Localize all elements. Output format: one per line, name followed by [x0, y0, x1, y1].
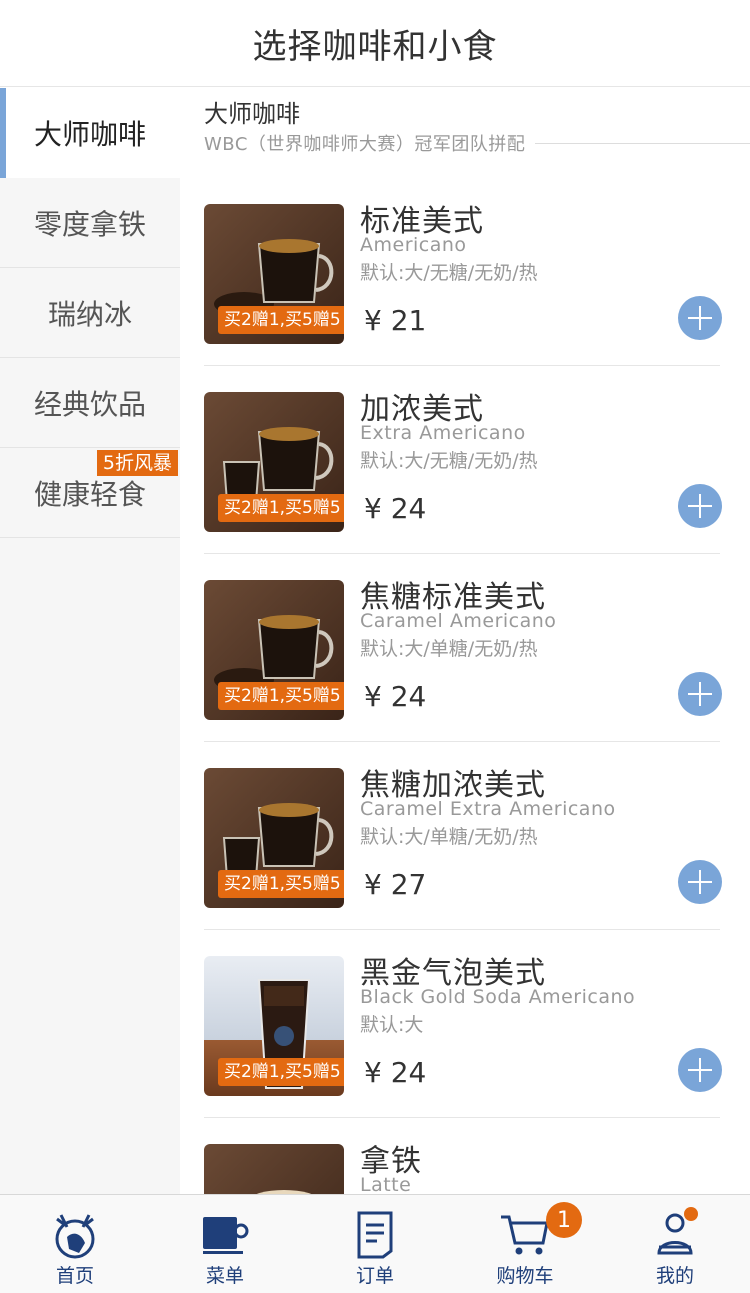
promo-tag: 买2赠1,买5赠5	[218, 306, 344, 334]
sidebar-item-healthy-food[interactable]: 5折风暴 健康轻食	[0, 448, 180, 538]
section-header: 大师咖啡 WBC（世界咖啡师大赛）冠军团队拼配	[204, 98, 750, 156]
add-to-cart-button[interactable]	[678, 296, 722, 340]
tab-home[interactable]: 首页	[0, 1195, 150, 1293]
product-item[interactable]: 买2赠1,买5赠5 焦糖加浓美式 Caramel Extra Americano…	[204, 742, 722, 930]
sidebar-item-label: 健康轻食	[33, 477, 146, 511]
product-price: ¥ 21	[364, 304, 427, 337]
promo-tag: 买2赠1,买5赠5	[218, 870, 344, 898]
product-item[interactable]: 买2赠1,买5赠5 标准美式 Americano 默认:大/无糖/无奶/热 ¥ …	[204, 178, 722, 366]
promo-tag: 买2赠1,买5赠5	[218, 682, 344, 710]
product-item[interactable]: 买2赠1,买5赠5 焦糖标准美式 Caramel Americano 默认:大/…	[204, 554, 722, 742]
add-to-cart-button[interactable]	[678, 672, 722, 716]
cart-icon	[501, 1215, 549, 1255]
sidebar-item-label: 瑞纳冰	[47, 297, 132, 331]
cup-icon	[203, 1217, 249, 1254]
tab-profile[interactable]: 我的	[600, 1195, 750, 1293]
tab-label: 购物车	[496, 1265, 554, 1287]
product-image: 买2赠1,买5赠5	[204, 956, 344, 1096]
tab-orders[interactable]: 订单	[300, 1195, 450, 1293]
product-image: 买2赠1,买5赠5	[204, 768, 344, 908]
product-default-options: 默认:大	[360, 1014, 424, 1036]
product-price: ¥ 24	[364, 1056, 427, 1089]
tab-label: 首页	[55, 1265, 94, 1287]
sidebar-item-label: 大师咖啡	[33, 118, 146, 151]
promo-tag: 买2赠1,买5赠5	[218, 1058, 344, 1086]
product-image: 买2赠1,买5赠5	[204, 204, 344, 344]
section-divider	[535, 142, 750, 144]
cart-count-badge: 1	[546, 1202, 582, 1238]
product-list[interactable]: 大师咖啡 WBC（世界咖啡师大赛）冠军团队拼配 买2赠1,买5赠5 标准美式 A…	[180, 88, 750, 1194]
sidebar-item-classic-drinks[interactable]: 经典饮品	[0, 358, 180, 448]
product-item[interactable]: 买2赠1,买5赠5 黑金气泡美式 Black Gold Soda America…	[204, 930, 722, 1118]
discount-badge: 5折风暴	[96, 450, 178, 476]
product-english-name: Americano	[360, 234, 467, 256]
product-english-name: Caramel Americano	[360, 610, 557, 632]
sidebar-item-rui-na-ice[interactable]: 瑞纳冰	[0, 268, 180, 358]
product-english-name: Latte	[360, 1174, 412, 1194]
bottom-tab-bar: 首页 菜单 订单 购物车 我的	[0, 1194, 750, 1293]
product-default-options: 默认:大/单糖/无奶/热	[360, 638, 538, 660]
product-english-name: Caramel Extra Americano	[360, 798, 616, 820]
tab-menu[interactable]: 菜单	[150, 1195, 300, 1293]
product-default-options: 默认:大/无糖/无奶/热	[360, 262, 538, 284]
tab-label: 我的	[655, 1265, 694, 1287]
product-item[interactable]: 拿铁 Latte	[204, 1118, 720, 1194]
product-english-name: Extra Americano	[360, 422, 526, 444]
product-item[interactable]: 买2赠1,买5赠5 加浓美式 Extra Americano 默认:大/无糖/无…	[204, 366, 722, 554]
product-price: ¥ 27	[364, 868, 427, 901]
product-image: 买2赠1,买5赠5	[204, 392, 344, 532]
product-image	[204, 1144, 344, 1194]
product-default-options: 默认:大/无糖/无奶/热	[360, 450, 538, 472]
category-sidebar: 大师咖啡 零度拿铁 瑞纳冰 经典饮品 5折风暴 健康轻食	[0, 88, 180, 1194]
product-price: ¥ 24	[364, 492, 427, 525]
add-to-cart-button[interactable]	[678, 484, 722, 528]
sidebar-item-master-coffee[interactable]: 大师咖啡	[0, 88, 180, 178]
add-to-cart-button[interactable]	[678, 860, 722, 904]
order-list-icon	[357, 1211, 393, 1259]
deer-logo-icon	[55, 1214, 95, 1259]
sidebar-item-label: 零度拿铁	[33, 207, 146, 241]
promo-tag: 买2赠1,买5赠5	[218, 494, 344, 522]
sidebar-item-zero-latte[interactable]: 零度拿铁	[0, 178, 180, 268]
tab-label: 订单	[355, 1265, 394, 1287]
page-title: 选择咖啡和小食	[252, 26, 498, 67]
product-image: 买2赠1,买5赠5	[204, 580, 344, 720]
section-title: 大师咖啡	[204, 100, 300, 128]
product-english-name: Black Gold Soda Americano	[360, 986, 636, 1008]
sidebar-item-label: 经典饮品	[33, 387, 146, 421]
product-price: ¥ 24	[364, 680, 427, 713]
section-subtitle: WBC（世界咖啡师大赛）冠军团队拼配	[204, 134, 526, 155]
tab-label: 菜单	[205, 1265, 244, 1287]
notification-dot	[684, 1207, 698, 1221]
product-default-options: 默认:大/单糖/无奶/热	[360, 826, 538, 848]
page-header: 选择咖啡和小食	[0, 0, 750, 87]
add-to-cart-button[interactable]	[678, 1048, 722, 1092]
